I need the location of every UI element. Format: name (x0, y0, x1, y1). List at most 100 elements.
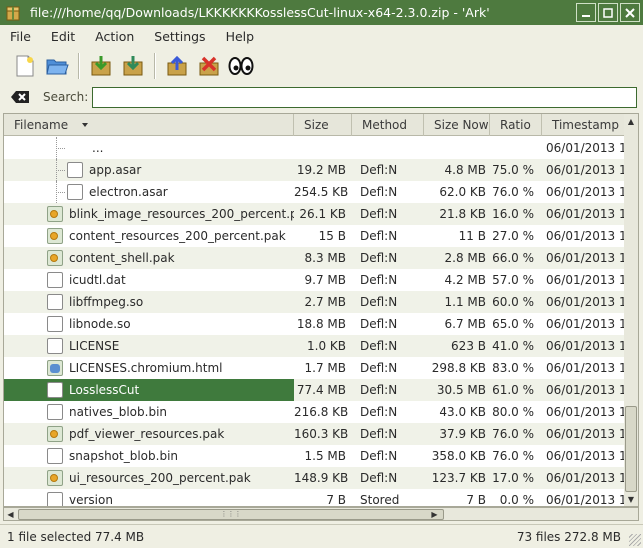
menu-help[interactable]: Help (220, 29, 261, 44)
filename-cell[interactable]: libffmpeg.so (4, 291, 294, 313)
filename-cell[interactable]: version (4, 489, 294, 506)
timestamp-cell: 06/01/2013 16 (546, 185, 624, 199)
filename-text: app.asar (89, 163, 142, 177)
package-file-icon (47, 228, 63, 244)
size-cell: 77.4 MB (296, 383, 346, 397)
vertical-scrollbar[interactable]: ▲ ▼ (624, 113, 639, 507)
method-cell: Defl:N (360, 383, 398, 397)
method-cell: Defl:N (360, 339, 398, 353)
scroll-left-arrow-icon[interactable]: ◀ (4, 508, 17, 520)
size-now-cell: 11 B (458, 229, 486, 243)
filename-cell[interactable]: electron.asar (4, 181, 294, 203)
filename-cell[interactable]: LICENSE (4, 335, 294, 357)
filename-cell[interactable]: LosslessCut (4, 379, 294, 401)
horizontal-scroll-thumb[interactable]: ⋮⋮⋮ (18, 509, 444, 520)
column-size-now[interactable]: Size Now (424, 114, 490, 136)
table-row[interactable]: libnode.so 18.8 MB Defl:N 6.7 MB 65.0 % 06/01… (4, 313, 624, 335)
selection-status: 1 file selected 77.4 MB (7, 529, 145, 544)
table-row[interactable]: content_resources_200_percent.pak 15 B Def… (4, 225, 624, 247)
table-row[interactable]: snapshot_blob.bin 1.5 MB Defl:N 358.0 KB 76.… (4, 445, 624, 467)
extract-button[interactable] (88, 53, 114, 79)
table-row[interactable]: ui_resources_200_percent.pak 148.9 KB Defl… (4, 467, 624, 489)
table-row[interactable]: natives_blob.bin 216.8 KB Defl:N 43.0 KB 80.… (4, 401, 624, 423)
filename-cell[interactable]: app.asar (4, 159, 294, 181)
table-row[interactable]: ... 06/01/2013 16 (4, 137, 624, 159)
filename-cell[interactable]: ui_resources_200_percent.pak (4, 467, 294, 489)
add-files-button[interactable] (164, 53, 190, 79)
table-row[interactable]: content_shell.pak 8.3 MB Defl:N 2.8 MB 66.0 … (4, 247, 624, 269)
vertical-scroll-thumb[interactable] (625, 406, 637, 492)
table-row[interactable]: app.asar 19.2 MB Defl:N 4.8 MB 75.0 % 06/01/2… (4, 159, 624, 181)
method-cell: Defl:N (360, 185, 398, 199)
ratio-cell: 17.0 % (492, 471, 534, 485)
table-row[interactable]: version 7 B Stored 7 B 0.0 % 06/01/2013 16 (4, 489, 624, 507)
column-method[interactable]: Method (352, 114, 424, 136)
delete-button[interactable] (196, 53, 222, 79)
menu-action[interactable]: Action (89, 29, 140, 44)
minimize-button[interactable] (576, 3, 596, 22)
filename-cell[interactable]: libnode.so (4, 313, 294, 335)
ratio-cell: 80.0 % (492, 405, 534, 419)
new-archive-button[interactable] (12, 53, 38, 79)
timestamp-cell: 06/01/2013 16 (546, 229, 624, 243)
size-cell: 254.5 KB (294, 185, 349, 199)
search-input[interactable] (92, 86, 637, 108)
html-file-icon (47, 360, 63, 376)
sort-descending-icon (82, 123, 88, 127)
filename-text: libnode.so (69, 317, 131, 331)
column-filename[interactable]: Filename (4, 114, 294, 136)
horizontal-scrollbar[interactable]: ◀ ⋮⋮⋮ ▶ (3, 507, 639, 521)
open-archive-button[interactable] (44, 53, 70, 79)
file-icon (47, 404, 63, 420)
close-button[interactable] (620, 3, 640, 22)
method-cell: Stored (360, 493, 400, 507)
clear-search-icon[interactable] (10, 89, 30, 105)
table-row[interactable]: blink_image_resources_200_percent.pak 26.… (4, 203, 624, 225)
delete-icon (199, 56, 219, 76)
preview-button[interactable] (228, 53, 254, 79)
filename-cell[interactable]: LICENSES.chromium.html (4, 357, 294, 379)
timestamp-cell: 06/01/2013 16 (546, 471, 624, 485)
file-icon (47, 338, 63, 354)
filename-cell[interactable]: blink_image_resources_200_percent.pak (4, 203, 294, 225)
column-timestamp[interactable]: Timestamp (542, 114, 624, 136)
toolbar (0, 49, 643, 83)
title-bar[interactable]: file:///home/qq/Downloads/LKKKKKKKossles… (0, 0, 643, 25)
size-cell: 1.7 MB (304, 361, 346, 375)
table-row[interactable]: LICENSE 1.0 KB Defl:N 623 B 41.0 % 06/01/2013… (4, 335, 624, 357)
size-now-cell: 2.8 MB (444, 251, 486, 265)
size-cell: 148.9 KB (294, 471, 349, 485)
table-row[interactable]: LosslessCut 77.4 MB Defl:N 30.5 MB 61.0 % 06/… (4, 379, 624, 401)
menu-file[interactable]: File (4, 29, 37, 44)
method-cell: Defl:N (360, 295, 398, 309)
filename-cell[interactable]: content_shell.pak (4, 247, 294, 269)
ratio-cell: 75.0 % (492, 163, 534, 177)
file-icon (47, 272, 63, 288)
table-row[interactable]: libffmpeg.so 2.7 MB Defl:N 1.1 MB 60.0 % 06/0… (4, 291, 624, 313)
filename-cell[interactable]: ... (4, 137, 294, 159)
table-row[interactable]: pdf_viewer_resources.pak 160.3 KB Defl:N 37… (4, 423, 624, 445)
column-size[interactable]: Size (294, 114, 352, 136)
archive-summary: 73 files 272.8 MB (516, 529, 621, 544)
timestamp-cell: 06/01/2013 16 (546, 427, 624, 441)
filename-cell[interactable]: snapshot_blob.bin (4, 445, 294, 467)
menu-settings[interactable]: Settings (148, 29, 211, 44)
table-row[interactable]: electron.asar 254.5 KB Defl:N 62.0 KB 76.0 %… (4, 181, 624, 203)
filename-cell[interactable]: natives_blob.bin (4, 401, 294, 423)
extract-all-button[interactable] (120, 53, 146, 79)
table-row[interactable]: LICENSES.chromium.html 1.7 MB Defl:N 298.8 … (4, 357, 624, 379)
minimize-icon (582, 14, 590, 17)
filename-cell[interactable]: content_resources_200_percent.pak (4, 225, 294, 247)
menu-edit[interactable]: Edit (45, 29, 81, 44)
resize-grip-icon[interactable] (629, 534, 641, 546)
filename-cell[interactable]: pdf_viewer_resources.pak (4, 423, 294, 445)
scroll-up-arrow-icon[interactable]: ▲ (624, 114, 638, 128)
maximize-button[interactable] (598, 3, 618, 22)
table-row[interactable]: icudtl.dat 9.7 MB Defl:N 4.2 MB 57.0 % 06/01/… (4, 269, 624, 291)
size-cell (294, 137, 352, 159)
file-icon (67, 162, 83, 178)
column-ratio[interactable]: Ratio (490, 114, 542, 136)
scroll-down-arrow-icon[interactable]: ▼ (624, 492, 638, 506)
filename-cell[interactable]: icudtl.dat (4, 269, 294, 291)
scroll-right-arrow-icon[interactable]: ▶ (428, 508, 441, 520)
